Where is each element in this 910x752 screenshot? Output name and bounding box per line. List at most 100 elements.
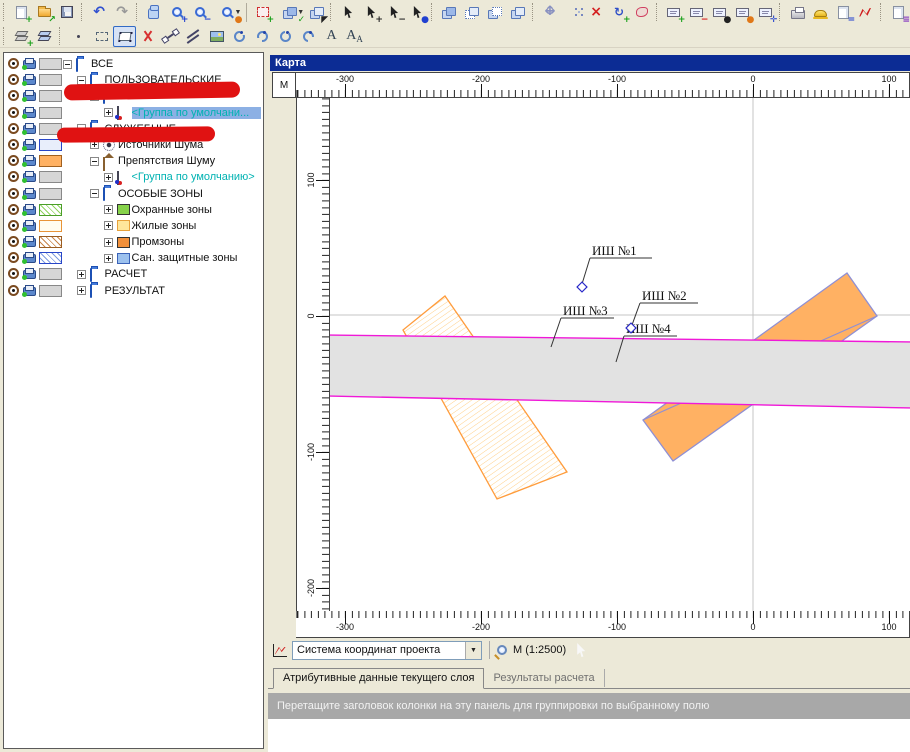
visibility-eye-icon[interactable]	[8, 171, 19, 182]
tab-calculation-results[interactable]: Результаты расчета	[484, 669, 604, 687]
layer-style-swatch[interactable]	[39, 90, 62, 102]
arc-tool-2-button[interactable]	[251, 26, 274, 47]
tree-expander[interactable]	[90, 157, 99, 166]
layer-style-swatch[interactable]	[39, 171, 62, 183]
visibility-eye-icon[interactable]	[8, 123, 19, 134]
noise-source-label-3[interactable]: ИШ №3	[563, 303, 608, 318]
tree-item-label[interactable]: Препятствия Шуму	[118, 155, 215, 167]
layer-style-swatch[interactable]	[39, 252, 62, 264]
pointer-mode-icon[interactable]	[576, 643, 586, 657]
add-object-group-button[interactable]: +	[251, 2, 274, 23]
printable-printer-icon[interactable]	[23, 58, 35, 69]
tree-expander[interactable]	[104, 205, 113, 214]
tree-item-label[interactable]: <Группа по умолчанию>	[132, 171, 255, 183]
noise-source-1-marker[interactable]	[577, 282, 587, 292]
rotate-objects-button[interactable]: ↻+	[608, 2, 631, 23]
layers-button[interactable]	[34, 26, 57, 47]
printable-printer-icon[interactable]	[23, 236, 35, 247]
subtract-objects-button[interactable]	[484, 2, 507, 23]
label-style-button[interactable]: ●	[731, 2, 754, 23]
report-document-button[interactable]: =	[832, 2, 855, 23]
tree-expander[interactable]	[104, 108, 113, 117]
layer-style-swatch[interactable]	[39, 74, 62, 86]
printable-printer-icon[interactable]	[23, 268, 35, 279]
tree-expander[interactable]	[77, 286, 86, 295]
visibility-eye-icon[interactable]	[8, 139, 19, 150]
layer-style-swatch[interactable]	[39, 268, 62, 280]
tree-expander[interactable]	[104, 173, 113, 182]
undo-button[interactable]: ↶	[88, 2, 111, 23]
select-group-button[interactable]: ◤	[305, 2, 328, 23]
visibility-eye-icon[interactable]	[8, 90, 19, 101]
label-add-button[interactable]: +	[662, 2, 685, 23]
add-layer-button[interactable]: +	[11, 26, 34, 47]
map-canvas[interactable]: ИШ №1ИШ №2ИШ №3ИШ №4	[330, 98, 910, 611]
visibility-eye-icon[interactable]	[8, 268, 19, 279]
cut-tool-button[interactable]	[136, 26, 159, 47]
tree-expander[interactable]	[90, 189, 99, 198]
layer-style-swatch[interactable]	[39, 220, 62, 232]
visibility-eye-icon[interactable]	[8, 107, 19, 118]
tree-expander[interactable]	[63, 60, 72, 69]
select-remove-button[interactable]: −	[383, 2, 406, 23]
point-tool-button[interactable]	[67, 26, 90, 47]
tree-item-label[interactable]: РЕЗУЛЬТАТ	[105, 285, 165, 297]
tree-item-label[interactable]: <Группа по умолчани...	[132, 107, 262, 119]
calculation-wizard-button[interactable]	[809, 2, 832, 23]
line-tool-button[interactable]	[159, 26, 182, 47]
arc-tool-3-button[interactable]	[274, 26, 297, 47]
printable-printer-icon[interactable]	[23, 252, 35, 263]
edit-nodes-button[interactable]	[562, 2, 585, 23]
tree-item-label[interactable]: Промзоны	[132, 236, 185, 248]
tree-expander[interactable]	[104, 238, 113, 247]
visibility-eye-icon[interactable]	[8, 204, 19, 215]
printable-printer-icon[interactable]	[23, 90, 35, 101]
group-by-bar[interactable]: Перетащите заголовок колонки на эту пане…	[268, 693, 910, 719]
select-object-button[interactable]: ●	[406, 2, 429, 23]
crs-combobox[interactable]: Система координат проекта ▼	[292, 641, 482, 660]
visibility-eye-icon[interactable]	[8, 58, 19, 69]
tree-item-label[interactable]: РАСЧЕТ	[105, 268, 148, 280]
visibility-eye-icon[interactable]	[8, 220, 19, 231]
open-project-button[interactable]: ↗	[33, 2, 56, 23]
new-document-button[interactable]: +	[10, 2, 33, 23]
object-groups-menu-button[interactable]: ✓▼	[274, 2, 305, 23]
redo-button[interactable]: ↷	[111, 2, 134, 23]
visibility-eye-icon[interactable]	[8, 188, 19, 199]
layer-style-swatch[interactable]	[39, 58, 62, 70]
select-add-button[interactable]: +	[360, 2, 383, 23]
tree-item-label[interactable]: ВСЕ	[91, 58, 113, 70]
noise-source-label-1[interactable]: ИШ №1	[592, 243, 637, 258]
rectangle-select-tool-button[interactable]	[90, 26, 113, 47]
select-tool-button[interactable]	[337, 2, 360, 23]
tree-item-label[interactable]: ОСОБЫЕ ЗОНЫ	[118, 188, 203, 200]
label-remove-button[interactable]: −	[685, 2, 708, 23]
chevron-down-icon[interactable]: ▼	[465, 642, 481, 659]
red-contour-button[interactable]	[631, 2, 654, 23]
printable-printer-icon[interactable]	[23, 188, 35, 199]
zoom-out-button[interactable]: −	[188, 2, 211, 23]
label-point-button[interactable]: ●	[708, 2, 731, 23]
parallel-lines-tool-button[interactable]	[182, 26, 205, 47]
polygon-tool-button[interactable]	[113, 26, 136, 47]
merge-objects-button[interactable]	[438, 2, 461, 23]
image-tool-button[interactable]	[205, 26, 228, 47]
road-band-polygon[interactable]	[330, 335, 910, 408]
calculator-settings-button[interactable]: ≡	[887, 2, 910, 23]
text-tool-button[interactable]	[320, 26, 343, 47]
printable-printer-icon[interactable]	[23, 139, 35, 150]
tree-item-label[interactable]: Сан. защитные зоны	[132, 252, 238, 264]
tree-expander[interactable]	[104, 254, 113, 263]
printable-printer-icon[interactable]	[23, 107, 35, 118]
noise-graph-button[interactable]	[855, 2, 878, 23]
layer-style-swatch[interactable]	[39, 188, 62, 200]
layer-style-swatch[interactable]	[39, 236, 62, 248]
layer-style-swatch[interactable]	[39, 107, 62, 119]
print-button[interactable]	[786, 2, 809, 23]
move-objects-button[interactable]	[539, 2, 562, 23]
delete-objects-button[interactable]: ×	[585, 2, 608, 23]
zoom-previous-button[interactable]: ●▼	[211, 2, 242, 23]
pan-tool-button[interactable]	[142, 2, 165, 23]
layer-style-swatch[interactable]	[39, 155, 62, 167]
printable-printer-icon[interactable]	[23, 285, 35, 296]
